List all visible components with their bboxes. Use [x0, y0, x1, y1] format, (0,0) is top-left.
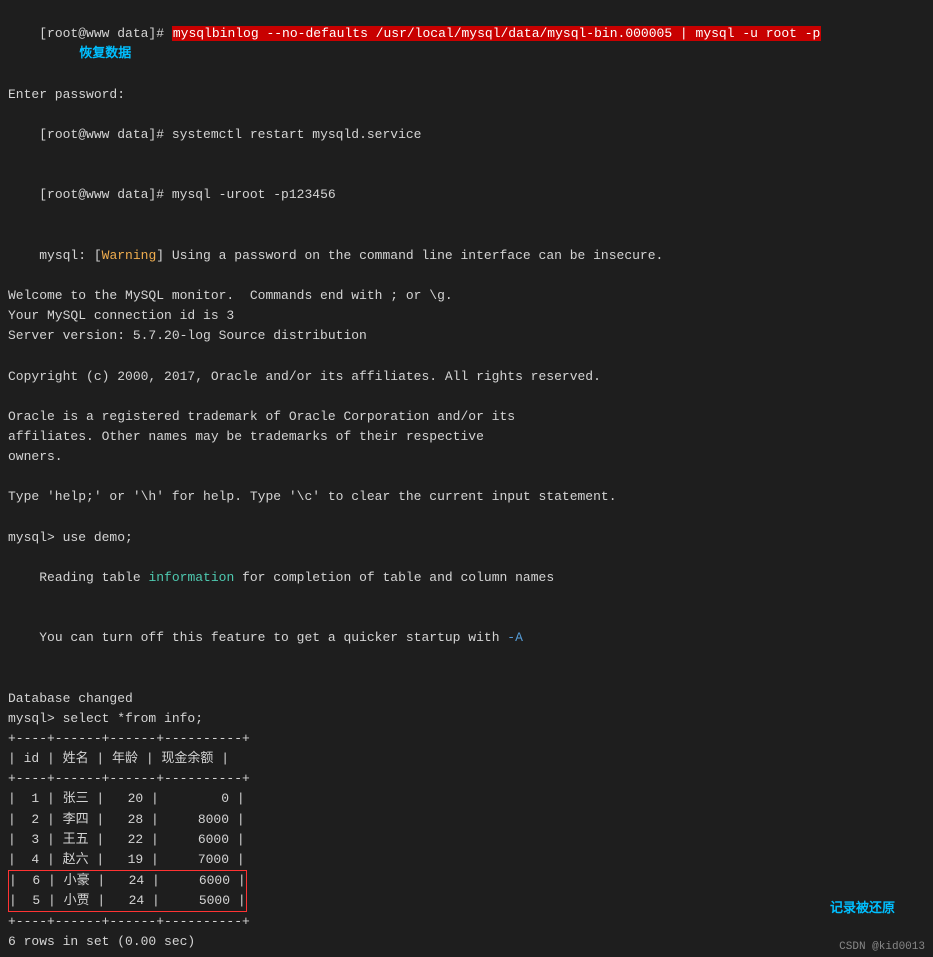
db-changed-line: Database changed — [8, 689, 925, 709]
select-text: mysql> select *from info; — [8, 711, 203, 726]
blank-3 — [8, 467, 925, 487]
information-word: information — [148, 570, 234, 585]
huifu-annotation: 恢复数据 — [79, 46, 131, 61]
command-1: mysqlbinlog --no-defaults /usr/local/mys… — [172, 26, 822, 41]
blank-4 — [8, 508, 925, 528]
row4-text: | 4 | 赵六 | 19 | 7000 | — [8, 852, 245, 867]
warning-suffix: ] Using a password on the command line i… — [156, 248, 663, 263]
header-text: | id | 姓名 | 年龄 | 现金余额 | — [8, 751, 229, 766]
blank-2 — [8, 387, 925, 407]
restart-line: [root@www data]# systemctl restart mysql… — [8, 105, 925, 165]
dash-a: -A — [507, 630, 523, 645]
rows-in-set-line: 6 rows in set (0.00 sec) — [8, 932, 925, 952]
server-version-line: Server version: 5.7.20-log Source distri… — [8, 326, 925, 346]
restart-cmd: systemctl restart mysqld.service — [172, 127, 422, 142]
warning-word: Warning — [102, 248, 157, 263]
table-header: | id | 姓名 | 年龄 | 现金余额 | — [8, 749, 925, 769]
command-line-1: [root@www data]# mysqlbinlog --no-defaul… — [8, 4, 925, 85]
rows-in-set-text: 6 rows in set (0.00 sec) — [8, 934, 195, 949]
reading-prefix: Reading table — [39, 570, 148, 585]
db-changed-text: Database changed — [8, 691, 133, 706]
row2-text: | 2 | 李四 | 28 | 8000 | — [8, 812, 245, 827]
table-separator-bottom: +----+------+------+----------+ — [8, 912, 925, 932]
use-demo-line: mysql> use demo; — [8, 528, 925, 548]
enter-password-text: Enter password: — [8, 87, 125, 102]
enter-password-line: Enter password: — [8, 85, 925, 105]
welcome-line: Welcome to the MySQL monitor. Commands e… — [8, 286, 925, 306]
sep-top-text: +----+------+------+----------+ — [8, 731, 250, 746]
connection-id-text: Your MySQL connection id is 3 — [8, 308, 234, 323]
table-separator-top: +----+------+------+----------+ — [8, 729, 925, 749]
reading-table-line: Reading table information for completion… — [8, 548, 925, 608]
turn-off-text: You can turn off this feature to get a q… — [39, 630, 507, 645]
owners-line: owners. — [8, 447, 925, 467]
row5-text: | 5 | 小贾 | 24 | 5000 | — [9, 893, 246, 908]
help-line: Type 'help;' or '\h' for help. Type '\c'… — [8, 487, 925, 507]
prompt-2: [root@www data]# — [39, 127, 172, 142]
connection-id-line: Your MySQL connection id is 3 — [8, 306, 925, 326]
copyright-text: Copyright (c) 2000, 2017, Oracle and/or … — [8, 369, 601, 384]
affiliates-line: affiliates. Other names may be trademark… — [8, 427, 925, 447]
welcome-text: Welcome to the MySQL monitor. Commands e… — [8, 288, 453, 303]
server-version-text: Server version: 5.7.20-log Source distri… — [8, 328, 367, 343]
oracle-line: Oracle is a registered trademark of Orac… — [8, 407, 925, 427]
oracle-text: Oracle is a registered trademark of Orac… — [8, 409, 515, 424]
blank-1 — [8, 346, 925, 366]
help-text: Type 'help;' or '\h' for help. Type '\c'… — [8, 489, 617, 504]
blank-5 — [8, 669, 925, 689]
affiliates-text: affiliates. Other names may be trademark… — [8, 429, 484, 444]
sep-bottom-text: +----+------+------+----------+ — [8, 914, 250, 929]
prompt-3: [root@www data]# — [39, 187, 172, 202]
owners-text: owners. — [8, 449, 63, 464]
sep-header-text: +----+------+------+----------+ — [8, 771, 250, 786]
table-wrapper: +----+------+------+----------+ | id | 姓… — [8, 729, 925, 932]
turn-off-line: You can turn off this feature to get a q… — [8, 608, 925, 668]
row1-text: | 1 | 张三 | 20 | 0 | — [8, 791, 245, 806]
warning-line: mysql: [Warning] Using a password on the… — [8, 226, 925, 286]
restored-rows-box: | 6 | 小豪 | 24 | 6000 | | 5 | 小贾 | 24 | 5… — [8, 870, 247, 912]
warning-prefix: mysql: [ — [39, 248, 101, 263]
row6-text: | 6 | 小豪 | 24 | 6000 | — [9, 873, 246, 888]
reading-suffix: for completion of table and column names — [234, 570, 554, 585]
table-row-2: | 2 | 李四 | 28 | 8000 | — [8, 810, 925, 830]
terminal: [root@www data]# mysqlbinlog --no-defaul… — [0, 0, 933, 957]
mysql-cmd: mysql -uroot -p123456 — [172, 187, 336, 202]
copyright-line: Copyright (c) 2000, 2017, Oracle and/or … — [8, 367, 925, 387]
table-row-1: | 1 | 张三 | 20 | 0 | — [8, 789, 925, 809]
table-row-4: | 4 | 赵六 | 19 | 7000 | — [8, 850, 925, 870]
jilu-annotation: 记录被还原 — [830, 897, 895, 916]
row3-text: | 3 | 王五 | 22 | 6000 | — [8, 832, 245, 847]
watermark: CSDN @kid0013 — [839, 941, 925, 953]
table-separator-header: +----+------+------+----------+ — [8, 769, 925, 789]
table-row-6: | 6 | 小豪 | 24 | 6000 | — [9, 871, 246, 891]
table-row-3: | 3 | 王五 | 22 | 6000 | — [8, 830, 925, 850]
use-demo-text: mysql> use demo; — [8, 530, 133, 545]
select-line: mysql> select *from info; — [8, 709, 925, 729]
table-row-5: | 5 | 小贾 | 24 | 5000 | — [9, 891, 246, 911]
prompt-1: [root@www data]# — [39, 26, 172, 41]
mysql-login-line: [root@www data]# mysql -uroot -p123456 — [8, 165, 925, 225]
